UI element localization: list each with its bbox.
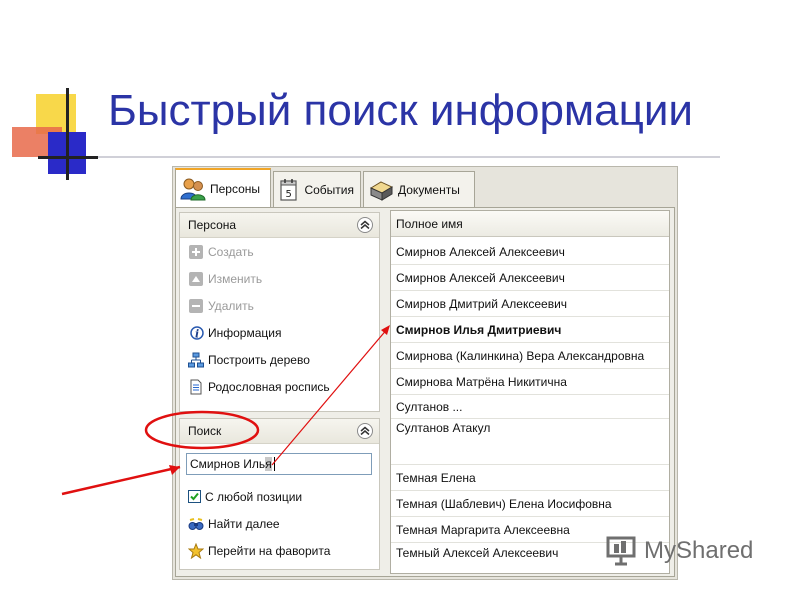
edit-label: Изменить bbox=[208, 271, 263, 286]
watermark: MyShared bbox=[606, 536, 753, 566]
table-row[interactable]: Смирнов Алексей Алексеевич bbox=[391, 265, 669, 291]
side-panel: Персона Создать Изменить Удалить i Инфор… bbox=[179, 212, 380, 572]
any-position-checkbox[interactable] bbox=[188, 490, 201, 503]
checkmark-icon bbox=[190, 492, 199, 501]
create-label: Создать bbox=[208, 244, 254, 259]
search-input-selection: я bbox=[265, 457, 272, 471]
events-icon: 5 bbox=[278, 178, 300, 202]
table-row-selected[interactable]: Смирнов Илья Дмитриевич bbox=[391, 317, 669, 343]
persons-list: Полное имя Смирнов Алексей Алексеевич См… bbox=[390, 210, 670, 574]
table-row[interactable]: Смирнова Матрёна Никитична bbox=[391, 369, 669, 395]
tab-bar: Персоны 5 События Документы bbox=[173, 167, 677, 208]
star-icon bbox=[187, 542, 205, 559]
find-next-button[interactable]: Найти далее bbox=[180, 510, 379, 537]
person-section-header[interactable]: Персона bbox=[180, 213, 379, 238]
tree-icon bbox=[188, 352, 204, 368]
person-section: Персона Создать Изменить Удалить i Инфор… bbox=[179, 212, 380, 412]
app-window: Персоны 5 События Документы Персона Созд… bbox=[172, 166, 678, 580]
text-caret bbox=[273, 457, 275, 471]
watermark-text: MyShared bbox=[644, 537, 754, 564]
table-row[interactable]: Смирнов Алексей Алексеевич bbox=[391, 239, 669, 265]
annotation-arrow-to-input bbox=[61, 465, 181, 496]
search-section-header[interactable]: Поиск bbox=[180, 419, 379, 444]
delete-button[interactable]: Удалить bbox=[180, 292, 379, 319]
tab-events[interactable]: 5 События bbox=[273, 171, 361, 207]
edit-button[interactable]: Изменить bbox=[180, 265, 379, 292]
goto-favorite-button[interactable]: Перейти на фаворита bbox=[180, 537, 379, 564]
tab-documents[interactable]: Документы bbox=[363, 171, 475, 207]
svg-text:i: i bbox=[195, 327, 199, 340]
minus-icon bbox=[188, 298, 204, 314]
pedigree-button[interactable]: Родословная роспись bbox=[180, 373, 379, 400]
any-position-label: С любой позиции bbox=[205, 489, 303, 504]
build-tree-label: Построить дерево bbox=[208, 352, 310, 367]
search-section-title: Поиск bbox=[188, 424, 222, 438]
create-button[interactable]: Создать bbox=[180, 238, 379, 265]
double-chevron-up-icon bbox=[360, 220, 370, 230]
collapse-person-button[interactable] bbox=[357, 217, 373, 233]
information-button[interactable]: i Информация bbox=[180, 319, 379, 346]
goto-favorite-label: Перейти на фаворита bbox=[208, 543, 331, 558]
documents-icon bbox=[368, 178, 394, 202]
decor-vertical-line bbox=[66, 88, 69, 180]
search-input[interactable]: Смирнов Илья bbox=[186, 453, 372, 475]
pedigree-label: Родословная роспись bbox=[208, 379, 330, 394]
document-icon bbox=[188, 379, 204, 395]
table-row[interactable]: Темная Елена bbox=[391, 465, 669, 491]
search-section: Поиск Смирнов Илья С любой позиции Найти… bbox=[179, 418, 380, 570]
double-chevron-up-icon bbox=[360, 426, 370, 436]
svg-text:5: 5 bbox=[286, 189, 292, 200]
tab-documents-label: Документы bbox=[398, 182, 460, 197]
search-input-text: Смирнов Илья bbox=[190, 457, 272, 471]
table-row[interactable]: Темная (Шаблевич) Елена Иосифовна bbox=[391, 491, 669, 517]
slide-title: Быстрый поиск информации bbox=[108, 86, 693, 135]
build-tree-button[interactable]: Построить дерево bbox=[180, 346, 379, 373]
table-row[interactable]: Султанов Атакул bbox=[391, 419, 669, 465]
tab-content: Персона Создать Изменить Удалить i Инфор… bbox=[175, 207, 675, 577]
table-row[interactable]: Смирнов Дмитрий Алексеевич bbox=[391, 291, 669, 317]
info-icon: i bbox=[188, 325, 204, 341]
edit-icon bbox=[188, 271, 204, 287]
presentation-board-icon bbox=[606, 536, 636, 566]
column-header-full-name[interactable]: Полное имя bbox=[391, 211, 669, 237]
column-header-label: Полное имя bbox=[396, 216, 463, 231]
information-label: Информация bbox=[208, 325, 282, 340]
any-position-option[interactable]: С любой позиции bbox=[180, 483, 379, 510]
tab-events-label: События bbox=[304, 182, 354, 197]
table-row[interactable]: Султанов ... bbox=[391, 395, 669, 419]
delete-label: Удалить bbox=[208, 298, 254, 313]
table-row[interactable]: Смирнова (Калинкина) Вера Александровна bbox=[391, 343, 669, 369]
plus-icon bbox=[188, 244, 204, 260]
binoculars-icon bbox=[188, 516, 204, 532]
collapse-search-button[interactable] bbox=[357, 423, 373, 439]
tab-persons[interactable]: Персоны bbox=[175, 168, 271, 208]
tab-persons-label: Персоны bbox=[210, 182, 261, 196]
title-underline bbox=[38, 156, 720, 158]
find-next-label: Найти далее bbox=[208, 516, 280, 531]
persons-icon bbox=[180, 177, 206, 201]
person-section-title: Персона bbox=[188, 218, 237, 232]
